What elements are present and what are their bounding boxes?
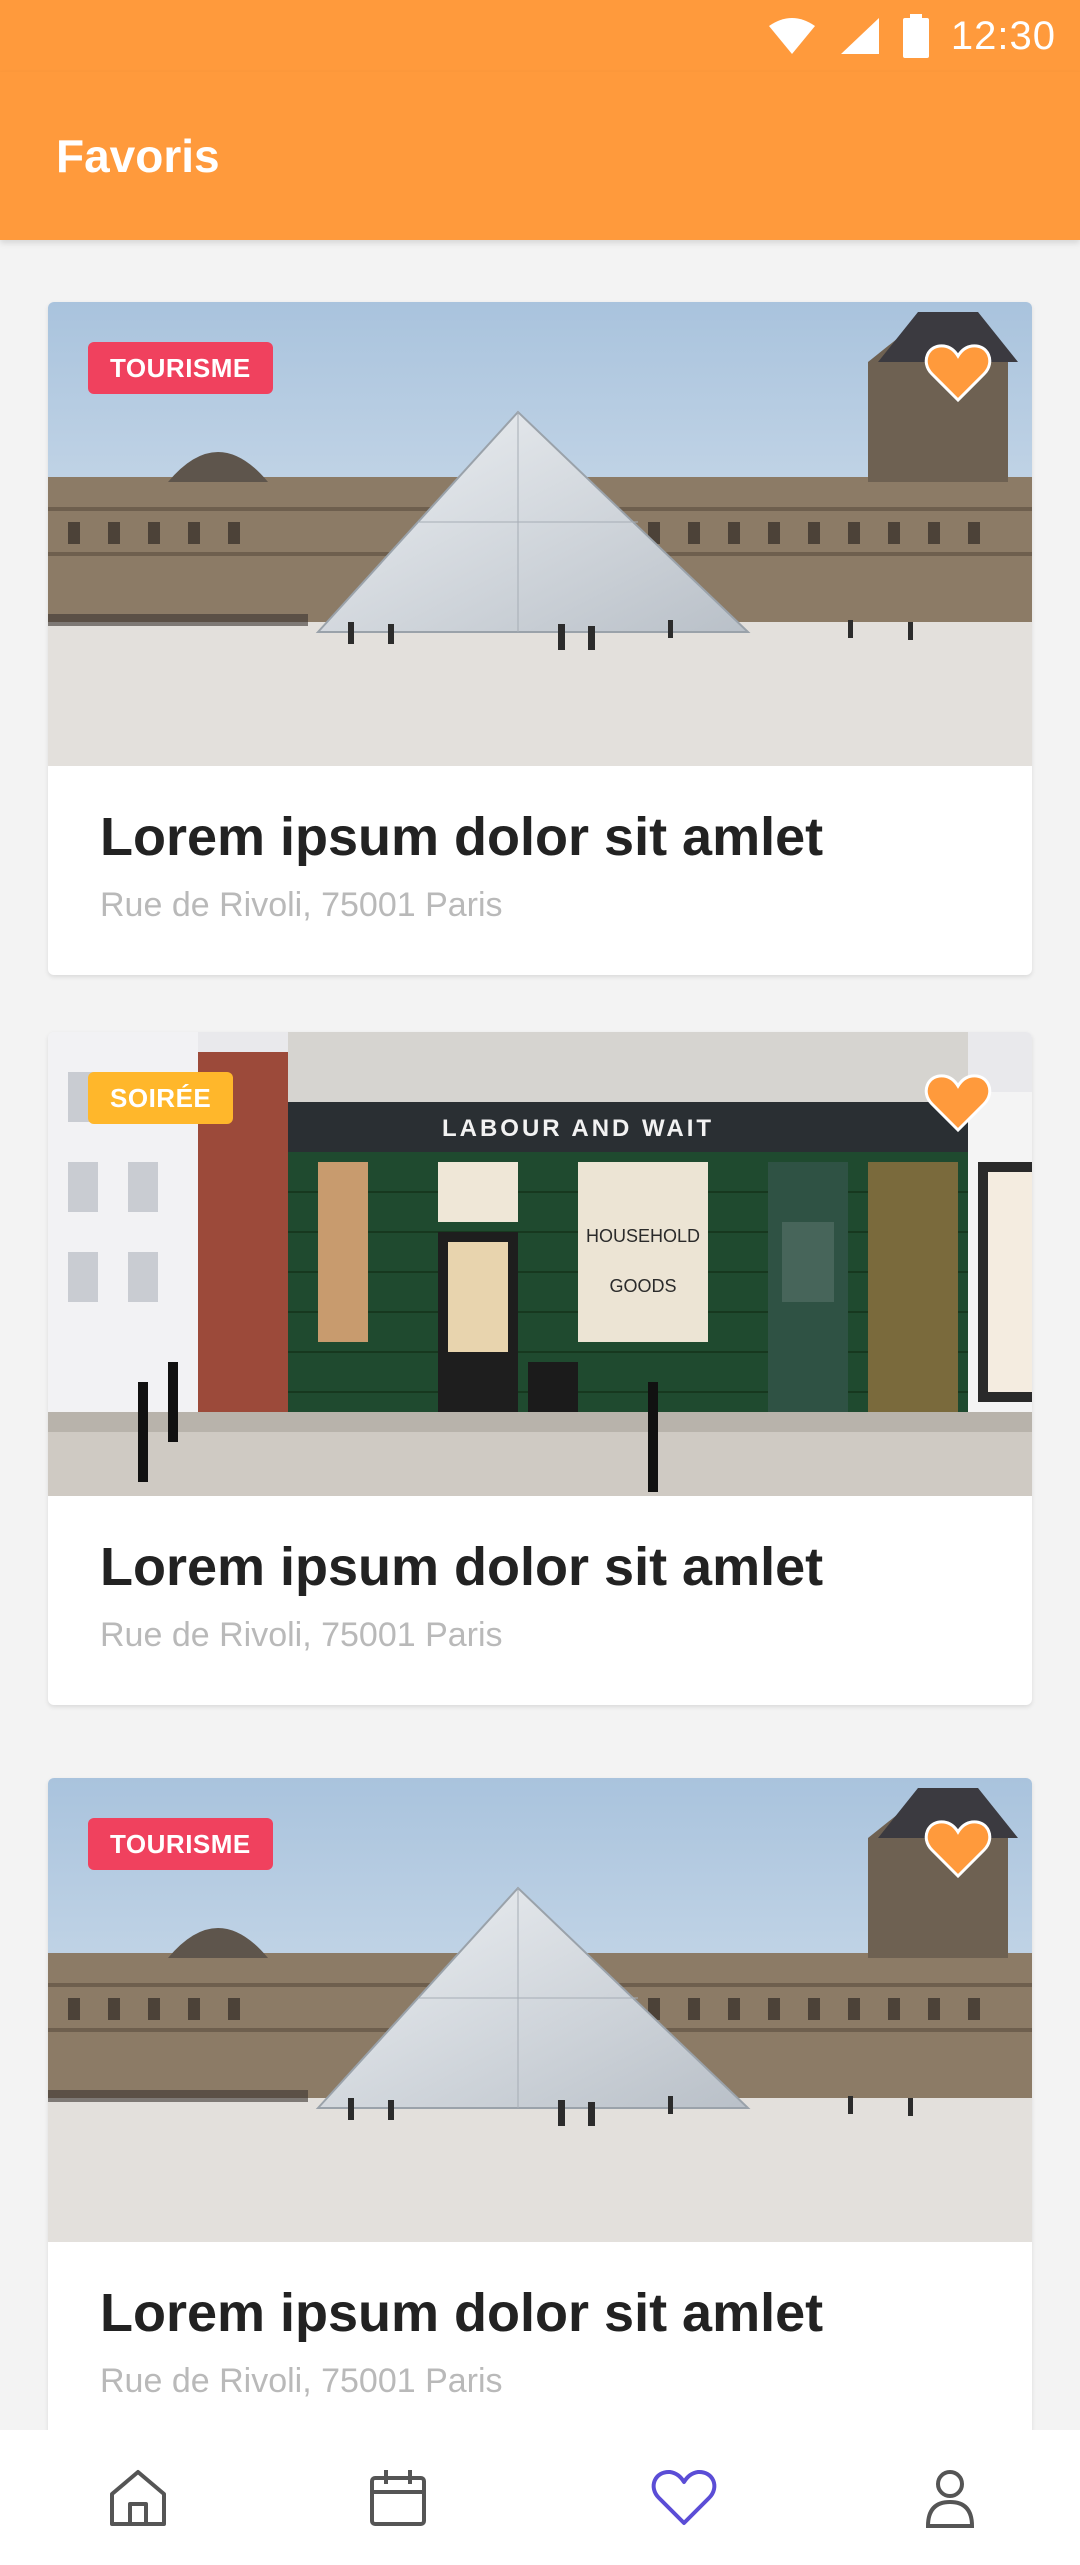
home-icon <box>110 2470 166 2526</box>
card-title: Lorem ipsum dolor sit amlet <box>100 807 824 867</box>
heart-icon[interactable] <box>924 1818 992 1880</box>
nav-profile[interactable] <box>914 2462 986 2534</box>
heart-icon <box>651 2470 717 2525</box>
louvre-pyramid-photo: TOURISME <box>48 302 1032 766</box>
louvre-pyramid-photo: TOURISME <box>48 1778 1032 2242</box>
nav-home[interactable] <box>102 2462 174 2534</box>
card-address: Rue de Rivoli, 75001 Paris <box>100 2362 503 2401</box>
window-text-line2: GOODS <box>609 1276 676 1296</box>
nav-calendar[interactable] <box>362 2462 434 2534</box>
nav-favorites[interactable] <box>648 2462 720 2534</box>
profile-icon <box>925 2470 975 2528</box>
card-title: Lorem ipsum dolor sit amlet <box>100 1537 824 1597</box>
status-time: 12:30 <box>950 13 1056 58</box>
app-bar: Favoris <box>0 72 1080 240</box>
card-address: Rue de Rivoli, 75001 Paris <box>100 886 503 925</box>
category-tag: SOIRÉE <box>88 1072 234 1124</box>
cellular-signal-icon <box>840 18 879 54</box>
favorite-card[interactable]: TOURISME Lorem ipsum dolor sit amlet Rue… <box>48 1778 1032 2430</box>
category-tag: TOURISME <box>88 342 273 394</box>
calendar-icon <box>370 2470 426 2526</box>
category-tag: TOURISME <box>88 1818 273 1870</box>
bottom-navigation <box>0 2430 1080 2565</box>
status-bar: 12:30 <box>0 0 1080 72</box>
wifi-icon <box>768 18 815 54</box>
favorite-card[interactable]: TOURISME Lorem ipsum dolor sit amlet Rue… <box>48 302 1032 976</box>
heart-icon[interactable] <box>924 342 992 404</box>
favorite-card[interactable]: LABOUR AND WAIT HOUSEHOLD GOODS SOIRÉE L… <box>48 1032 1032 1706</box>
card-title: Lorem ipsum dolor sit amlet <box>100 2283 824 2343</box>
card-address: Rue de Rivoli, 75001 Paris <box>100 1616 503 1655</box>
shopfront-photo: LABOUR AND WAIT HOUSEHOLD GOODS SOIRÉE <box>48 1032 1032 1496</box>
shop-sign: LABOUR AND WAIT <box>442 1115 714 1142</box>
heart-icon[interactable] <box>924 1072 992 1134</box>
battery-icon <box>902 14 929 58</box>
page-title: Favoris <box>56 130 220 182</box>
window-text-line1: HOUSEHOLD <box>586 1226 700 1246</box>
favorites-list: TOURISME Lorem ipsum dolor sit amlet Rue… <box>0 240 1080 2430</box>
